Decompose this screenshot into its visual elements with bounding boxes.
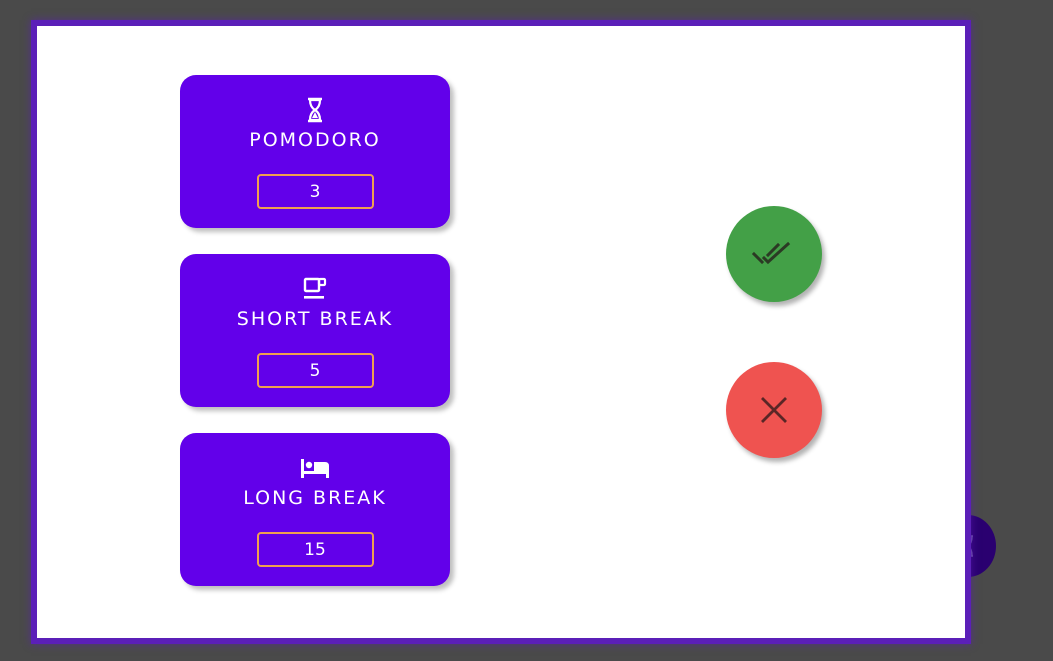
settings-dialog: POMODORO SHORT BREAK LONG BREAK (31, 20, 971, 644)
long-break-input[interactable] (256, 532, 374, 567)
long-break-card: LONG BREAK (180, 433, 450, 586)
short-break-label: SHORT BREAK (236, 308, 394, 330)
pomodoro-input[interactable] (256, 174, 374, 209)
pomodoro-card: POMODORO (180, 75, 450, 228)
cancel-button[interactable] (726, 362, 822, 458)
bed-icon (300, 453, 330, 483)
long-break-label: LONG BREAK (243, 487, 387, 509)
double-check-icon (751, 241, 791, 265)
short-break-input[interactable] (256, 353, 374, 388)
short-break-card: SHORT BREAK (180, 254, 450, 407)
pomodoro-label: POMODORO (249, 129, 381, 151)
confirm-button[interactable] (726, 206, 822, 302)
coffee-cup-icon (302, 274, 328, 304)
hourglass-icon (306, 95, 324, 125)
close-icon (761, 397, 787, 423)
